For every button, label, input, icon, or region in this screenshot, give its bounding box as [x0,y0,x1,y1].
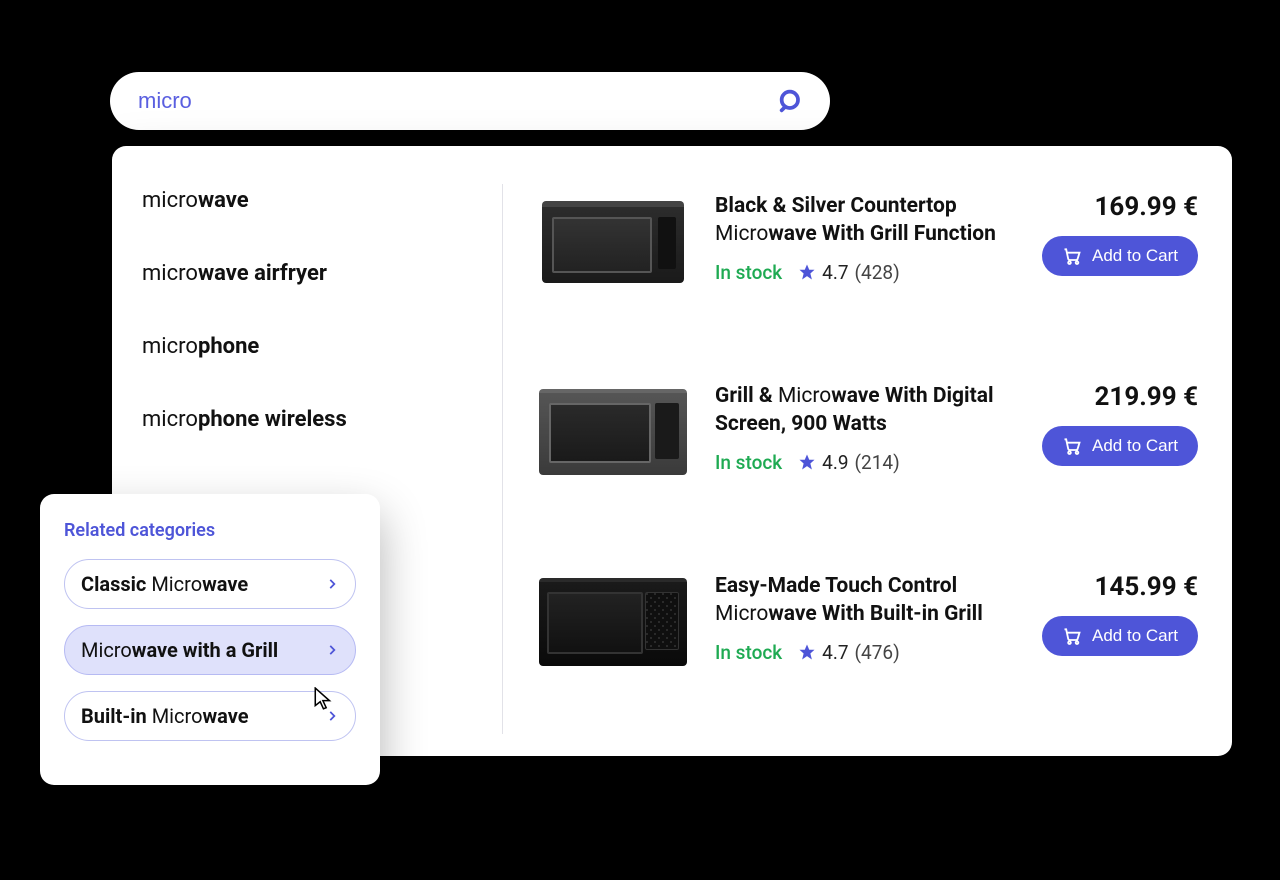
reviews-count: (428) [855,261,900,284]
rating: 4.7 (476) [798,641,900,664]
cart-icon [1062,436,1082,456]
add-to-cart-label: Add to Cart [1092,626,1178,646]
reviews-count: (214) [855,451,900,474]
product-info: Grill & Microwave With Digital Screen, 9… [715,382,1000,474]
suggestion-highlight: wave [198,188,249,213]
rating-value: 4.7 [822,641,848,664]
reviews-count: (476) [855,641,900,664]
rating: 4.9 (214) [798,451,900,474]
add-to-cart-button[interactable]: Add to Cart [1042,616,1198,656]
price: 145.99 € [1094,572,1198,602]
stock-status: In stock [715,641,782,664]
chevron-right-icon [325,577,339,591]
product-title: Black & Silver Countertop Microwave With… [715,192,1000,249]
related-categories-panel: Related categories Classic Microwave Mic… [40,494,380,785]
product-info: Easy-Made Touch Control Microwave With B… [715,572,1000,664]
add-to-cart-label: Add to Cart [1092,246,1178,266]
star-icon [798,263,816,281]
suggestion-item[interactable]: microwave [142,174,482,247]
cart-icon [1062,246,1082,266]
star-icon [798,453,816,471]
suggestion-highlight: phone wireless [198,407,347,432]
category-builtin-microwave[interactable]: Built-in Microwave [64,691,356,741]
suggestion-highlight: phone [198,334,259,359]
search-icon[interactable] [774,84,808,118]
suggestion-prefix: micro [142,407,198,432]
price: 169.99 € [1094,192,1198,222]
suggestion-prefix: micro [142,334,198,359]
chevron-right-icon [325,643,339,657]
cart-icon [1062,626,1082,646]
suggestion-item[interactable]: microphone wireless [142,393,482,466]
product-thumbnail [539,572,687,672]
rating-value: 4.7 [822,261,848,284]
products-list: Black & Silver Countertop Microwave With… [539,174,1198,728]
product-thumbnail [539,382,687,482]
divider [502,184,503,734]
suggestion-prefix: micro [142,261,198,286]
stock-status: In stock [715,451,782,474]
star-icon [798,643,816,661]
add-to-cart-label: Add to Cart [1092,436,1178,456]
product-row[interactable]: Black & Silver Countertop Microwave With… [539,192,1198,292]
suggestion-highlight: wave airfryer [198,261,327,286]
suggestion-prefix: micro [142,188,198,213]
search-input[interactable] [138,88,774,114]
stock-status: In stock [715,261,782,284]
product-title: Easy-Made Touch Control Microwave With B… [715,572,1000,629]
price: 219.99 € [1094,382,1198,412]
add-to-cart-button[interactable]: Add to Cart [1042,236,1198,276]
suggestion-item[interactable]: microphone [142,320,482,393]
rating: 4.7 (428) [798,261,900,284]
suggestion-item[interactable]: microwave airfryer [142,247,482,320]
product-info: Black & Silver Countertop Microwave With… [715,192,1000,284]
related-categories-title: Related categories [64,520,356,541]
search-bar [110,72,830,130]
add-to-cart-button[interactable]: Add to Cart [1042,426,1198,466]
category-classic-microwave[interactable]: Classic Microwave [64,559,356,609]
chevron-right-icon [325,709,339,723]
category-microwave-grill[interactable]: Microwave with a Grill [64,625,356,675]
product-row[interactable]: Easy-Made Touch Control Microwave With B… [539,572,1198,672]
product-row[interactable]: Grill & Microwave With Digital Screen, 9… [539,382,1198,482]
product-thumbnail [539,192,687,292]
rating-value: 4.9 [822,451,848,474]
product-title: Grill & Microwave With Digital Screen, 9… [715,382,1000,439]
